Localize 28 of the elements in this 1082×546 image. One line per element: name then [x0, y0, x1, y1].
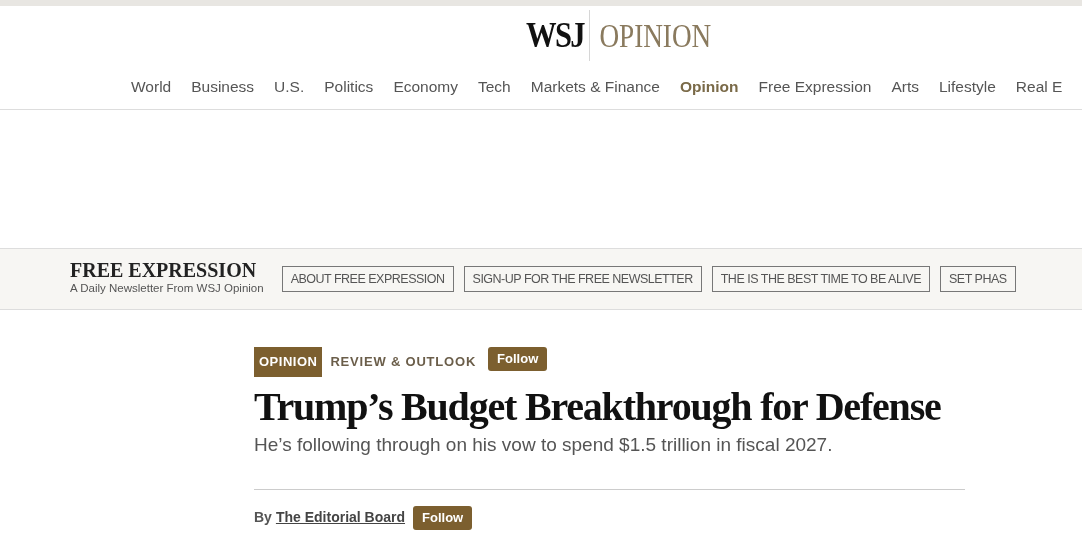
newsletter-link-button[interactable]: THE IS THE BEST TIME TO BE ALIVE	[711, 265, 930, 293]
wsj-logo[interactable]: WSJ	[525, 8, 584, 62]
section-tag: OPINION	[254, 347, 323, 377]
nav-link[interactable]: Opinion	[679, 74, 739, 99]
nav-link[interactable]: Free Expression	[758, 74, 872, 99]
newsletter-link-button[interactable]: SIGN-UP FOR THE FREE NEWSLETTER	[463, 265, 702, 293]
headline: Trump’s Budget Breakthrough for Defense	[254, 382, 942, 431]
nav-link[interactable]: Tech	[478, 74, 511, 99]
nav-link[interactable]: Markets & Finance	[530, 74, 660, 99]
newsletter-title: FREE EXPRESSION	[70, 260, 258, 281]
byline-prefix: By	[254, 508, 272, 528]
nav-link[interactable]: Business	[191, 74, 255, 99]
section-title: OPINION	[588, 9, 711, 61]
subheadline: He’s following through on his vow to spend $1.5 trillion in fiscal 2027.	[254, 432, 834, 457]
nav-link[interactable]: Arts	[891, 74, 919, 99]
nav-link[interactable]: U.S.	[274, 74, 305, 99]
newsletter-subtitle: A Daily Newsletter From WSJ Opinion	[70, 281, 264, 297]
nav-link[interactable]: Lifestyle	[938, 74, 996, 99]
nav-link[interactable]: Economy	[393, 74, 458, 99]
nav-link[interactable]: Politics	[324, 74, 374, 99]
nav-link[interactable]: Real E	[1015, 74, 1063, 99]
author-link[interactable]: The Editorial Board	[275, 507, 406, 529]
column-name[interactable]: REVIEW & OUTLOOK	[330, 352, 477, 372]
follow-button[interactable]: Follow	[413, 506, 473, 530]
follow-button[interactable]: Follow	[488, 347, 548, 371]
nav-link[interactable]: World	[131, 74, 172, 99]
newsletter-link-button[interactable]: SET PHAS	[940, 265, 1016, 293]
newsletter-link-button[interactable]: ABOUT FREE EXPRESSION	[281, 265, 454, 293]
